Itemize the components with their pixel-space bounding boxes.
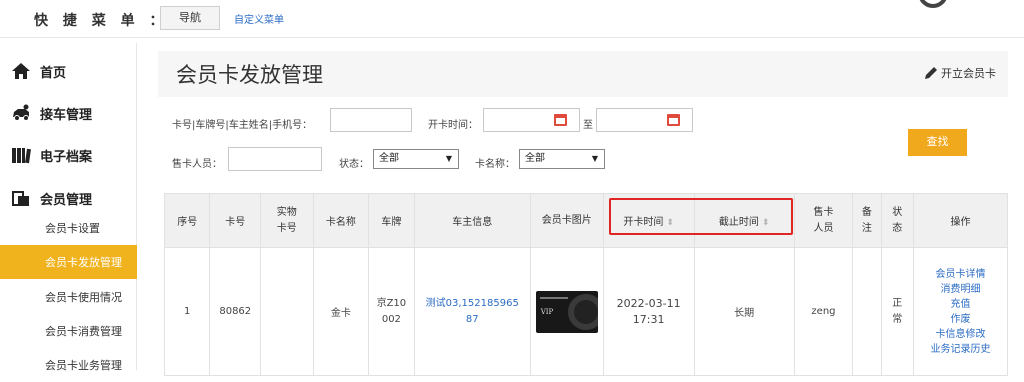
cell-seller: zeng [793, 247, 854, 376]
search-button[interactable]: 查找 [908, 129, 967, 156]
seller-input[interactable] [228, 147, 322, 171]
open-time-from-input[interactable] [483, 108, 580, 132]
calendar-icon[interactable] [667, 114, 680, 126]
header-seller: 售卡人员 [793, 193, 854, 248]
header-plate: 车牌 [368, 193, 415, 248]
sidebar-subitem-card-business[interactable]: 会员卡业务管理 [0, 348, 137, 382]
sidebar-item-label: 首页 [40, 65, 67, 81]
open-card-button[interactable]: 开立会员卡 [924, 65, 996, 81]
sidebar-subitem-label: 会员卡使用情况 [45, 291, 122, 304]
sidebar-item-reception[interactable]: 接车管理 [0, 92, 137, 134]
sidebar-subitem-card-usage[interactable]: 会员卡使用情况 [0, 280, 137, 314]
action-card-details[interactable]: 会员卡详情 [914, 267, 1007, 282]
page-title: 会员卡发放管理 [176, 63, 323, 87]
table-row: 1 80862 金卡 京Z10002 测试03,15218596587 VIP … [163, 247, 1009, 376]
title-bar: 会员卡发放管理 开立会员卡 [158, 51, 1008, 97]
sidebar-subitem-card-consumption[interactable]: 会员卡消费管理 [0, 314, 137, 348]
quick-menu-label: 快 捷 菜 单 ： [34, 13, 169, 29]
tire-graphic [567, 293, 598, 330]
sidebar-subitem-card-settings[interactable]: 会员卡设置 [0, 211, 137, 245]
calendar-icon[interactable] [554, 114, 567, 126]
action-edit-card-info[interactable]: 卡信息修改 [914, 327, 1007, 342]
sidebar-item-archive[interactable]: 电子档案 [0, 134, 137, 176]
status-select-value: 全部 [379, 153, 399, 164]
plate-value: 京Z10002 [376, 297, 407, 325]
card-stripe [539, 296, 568, 299]
header-actions: 操作 [912, 193, 1009, 248]
header-seller-label: 售卡人员 [813, 206, 834, 234]
header-card-image-label: 会员卡图片 [541, 214, 592, 226]
owner-info-link[interactable]: 测试03,15218596587 [424, 296, 520, 328]
header-remark: 备注 [852, 193, 882, 248]
user-avatar[interactable] [918, 0, 948, 8]
table-header-row: 序号 卡号 实物卡号 卡名称 车牌 车主信息 会员卡图片 开卡时间 ⬍ 截止时间 ⬍… [163, 193, 1009, 248]
sidebar-item-label: 会员管理 [40, 192, 93, 208]
sidebar-subitem-label: 会员卡设置 [45, 222, 100, 235]
header-owner-info: 车主信息 [413, 193, 531, 248]
header-card-image: 会员卡图片 [529, 193, 604, 248]
cell-card-image: VIP [529, 247, 604, 376]
open-time-value: 2022-03-11 17:31 [616, 296, 681, 326]
sidebar-subitem-label: 会员卡发放管理 [45, 256, 122, 269]
pencil-icon [925, 67, 937, 79]
header-status: 状态 [880, 193, 914, 248]
cell-remark [852, 247, 882, 376]
status-label: 状态： [339, 159, 369, 170]
car-icon [13, 104, 29, 121]
header-seq: 序号 [163, 193, 211, 248]
to-label: 至 [583, 120, 593, 131]
home-icon [12, 63, 30, 79]
open-card-label: 开立会员卡 [941, 67, 996, 80]
header-remark-label: 备注 [861, 206, 872, 234]
sidebar-item-label: 电子档案 [40, 149, 93, 165]
main-content: 会员卡发放管理 开立会员卡 卡号|车牌号|车主姓名|手机号： 开卡时间： 至 查… [152, 43, 1024, 376]
header-status-label: 状态 [892, 206, 903, 234]
header-physical-card-no-label: 实物卡号 [276, 206, 297, 234]
action-consumption-details[interactable]: 消费明细 [914, 282, 1007, 297]
header-card-no: 卡号 [209, 193, 262, 248]
sidebar-subitem-label: 会员卡消费管理 [45, 325, 122, 338]
highlight-box [609, 198, 793, 235]
cell-expire-time: 长期 [693, 247, 795, 376]
member-card-thumbnail[interactable]: VIP [535, 290, 598, 333]
header-card-name: 卡名称 [312, 193, 370, 248]
cell-physical-card-no [260, 247, 314, 376]
sidebar-item-home[interactable]: 首页 [0, 50, 137, 92]
sidebar-subitem-card-issuance[interactable]: 会员卡发放管理 [0, 245, 137, 279]
open-time-to-input[interactable] [596, 108, 693, 132]
top-bar: 快 捷 菜 单 ： 导航 自定义菜单 [0, 0, 1024, 38]
cell-status: 正常 [880, 247, 914, 376]
dropdown-arrow-icon: ▼ [445, 154, 452, 163]
sidebar-subitem-label: 会员卡业务管理 [45, 359, 122, 372]
action-recharge[interactable]: 充值 [914, 297, 1007, 312]
sidebar-item-label: 接车管理 [40, 107, 93, 123]
seller-label: 售卡人员： [172, 159, 222, 170]
card-issuance-table: 序号 卡号 实物卡号 卡名称 车牌 车主信息 会员卡图片 开卡时间 ⬍ 截止时间 ⬍… [163, 193, 1009, 376]
cell-seq: 1 [163, 247, 211, 376]
status-value: 正常 [892, 297, 903, 325]
card-vip-text: VIP [540, 307, 554, 316]
cell-card-no: 80862 [209, 247, 262, 376]
books-icon [12, 148, 31, 164]
cell-plate: 京Z10002 [368, 247, 415, 376]
nav-button[interactable]: 导航 [160, 6, 220, 30]
cell-actions: 会员卡详情 消费明细 充值 作废 卡信息修改 业务记录历史 [912, 247, 1009, 376]
cell-open-time: 2022-03-11 17:31 [602, 247, 695, 376]
sidebar: 首页 接车管理 电子档案 会员管理 会员卡设置 会员卡发放管理 会员卡使用情况 [0, 43, 137, 372]
card-name-label: 卡名称： [475, 159, 515, 170]
card-search-label: 卡号|车牌号|车主姓名|手机号： [172, 120, 313, 131]
card-search-input[interactable] [330, 108, 412, 132]
dropdown-arrow-icon: ▼ [591, 154, 598, 163]
member-card-icon [12, 191, 29, 206]
cell-owner-info: 测试03,15218596587 [413, 247, 531, 376]
open-time-label: 开卡时间： [428, 120, 478, 131]
cell-card-name: 金卡 [312, 247, 370, 376]
action-business-history[interactable]: 业务记录历史 [914, 342, 1007, 357]
card-name-select-value: 全部 [525, 153, 545, 164]
card-name-select[interactable]: 全部 ▼ [519, 149, 605, 169]
custom-menu-link[interactable]: 自定义菜单 [234, 11, 284, 26]
status-select[interactable]: 全部 ▼ [373, 149, 459, 169]
action-void[interactable]: 作废 [914, 312, 1007, 327]
header-physical-card-no: 实物卡号 [260, 193, 314, 248]
